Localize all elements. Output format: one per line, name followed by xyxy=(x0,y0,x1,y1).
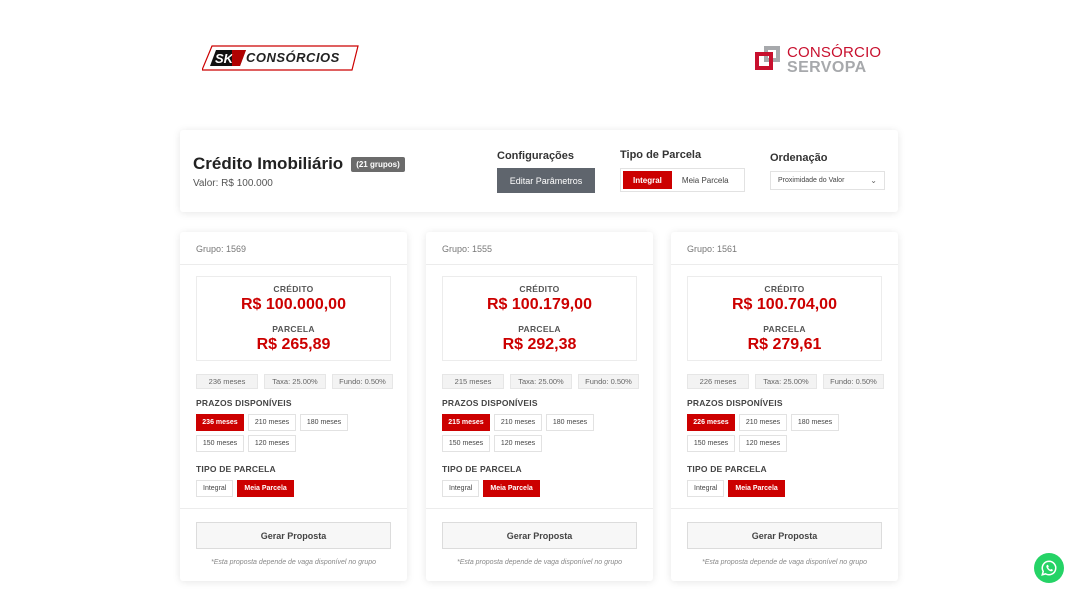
tipo-meia-parcela-option[interactable]: Meia Parcela xyxy=(728,480,785,497)
fundo-chip: Fundo: 0.50% xyxy=(578,374,639,389)
tipo-parcela-label: TIPO DE PARCELA xyxy=(442,464,522,474)
tipo-parcela-label: TIPO DE PARCELA xyxy=(196,464,276,474)
prazo-option[interactable]: 210 meses xyxy=(248,414,296,431)
prazo-option[interactable]: 120 meses xyxy=(739,435,787,452)
tipo-integral-option[interactable]: Integral xyxy=(687,480,725,497)
whatsapp-button[interactable] xyxy=(1034,553,1064,583)
credit-summary-box: CRÉDITO R$ 100.179,00 PARCELA R$ 292,38 xyxy=(442,276,637,361)
groups-count-badge: (21 grupos) xyxy=(351,156,405,172)
credito-label: CRÉDITO xyxy=(519,284,560,294)
fundo-chip: Fundo: 0.50% xyxy=(823,374,884,389)
edit-parameters-button[interactable]: Editar Parâmetros xyxy=(497,168,595,193)
servopa-logo[interactable]: CONSÓRCIO SERVOPA xyxy=(755,44,881,76)
taxa-chip: Taxa: 25.00% xyxy=(264,374,326,389)
tipo-meia-parcela-option[interactable]: Meia Parcela xyxy=(483,480,540,497)
prazo-option[interactable]: 150 meses xyxy=(687,435,735,452)
group-card: Grupo: 1569 CRÉDITO R$ 100.000,00 PARCEL… xyxy=(180,232,407,581)
term-chip: 215 meses xyxy=(442,374,504,389)
credit-value-text: Valor: R$ 100.000 xyxy=(193,178,273,189)
ordenacao-label: Ordenação xyxy=(770,152,828,164)
term-chip: 236 meses xyxy=(196,374,258,389)
parcela-value: R$ 292,38 xyxy=(502,336,577,353)
tipo-meia-parcela-option[interactable]: Meia Parcela xyxy=(237,480,294,497)
prazo-option[interactable]: 215 meses xyxy=(442,414,490,431)
prazo-option[interactable]: 226 meses xyxy=(687,414,735,431)
group-number: Grupo: 1569 xyxy=(196,244,247,254)
credit-summary-box: CRÉDITO R$ 100.704,00 PARCELA R$ 279,61 xyxy=(687,276,882,361)
taxa-chip: Taxa: 25.00% xyxy=(510,374,572,389)
chevron-down-icon: ⌄ xyxy=(870,176,877,185)
credito-value: R$ 100.000,00 xyxy=(241,296,346,313)
generate-proposal-button[interactable]: Gerar Proposta xyxy=(687,522,882,549)
tipo-parcela-label: TIPO DE PARCELA xyxy=(687,464,767,474)
fundo-chip: Fundo: 0.50% xyxy=(332,374,393,389)
prazo-option[interactable]: 150 meses xyxy=(196,435,244,452)
credit-summary-box: CRÉDITO R$ 100.000,00 PARCELA R$ 265,89 xyxy=(196,276,391,361)
prazo-option[interactable]: 180 meses xyxy=(300,414,348,431)
credito-value: R$ 100.704,00 xyxy=(732,296,837,313)
ordenacao-selected-value: Proximidade do Valor xyxy=(778,177,845,184)
availability-note: *Esta proposta depende de vaga disponíve… xyxy=(701,559,867,566)
tipo-integral-option[interactable]: Integral xyxy=(442,480,480,497)
whatsapp-icon xyxy=(1041,560,1057,576)
svg-text:SK: SK xyxy=(215,51,235,66)
tipo-integral-option[interactable]: Integral xyxy=(196,480,234,497)
tipo-integral-option[interactable]: Integral xyxy=(623,171,672,189)
taxa-chip: Taxa: 25.00% xyxy=(755,374,817,389)
page-title: Crédito Imobiliário xyxy=(193,154,344,173)
availability-note: *Esta proposta depende de vaga disponíve… xyxy=(456,559,622,566)
prazo-option[interactable]: 150 meses xyxy=(442,435,490,452)
parcela-label: PARCELA xyxy=(518,324,561,334)
sk-logo[interactable]: SK CONSÓRCIOS xyxy=(202,44,362,72)
sk-logo-text: CONSÓRCIOS xyxy=(246,50,340,65)
parcela-label: PARCELA xyxy=(272,324,315,334)
search-summary-panel: Crédito Imobiliário (21 grupos) Valor: R… xyxy=(180,130,898,212)
tipo-parcela-toggle: Integral Meia Parcela xyxy=(620,168,745,192)
prazo-option[interactable]: 210 meses xyxy=(494,414,542,431)
group-number: Grupo: 1555 xyxy=(442,244,493,254)
parcela-value: R$ 279,61 xyxy=(747,336,822,353)
servopa-logo-icon xyxy=(755,46,783,74)
prazo-option[interactable]: 120 meses xyxy=(494,435,542,452)
group-number: Grupo: 1561 xyxy=(687,244,738,254)
prazos-label: PRAZOS DISPONÍVEIS xyxy=(687,398,783,408)
credito-label: CRÉDITO xyxy=(764,284,805,294)
servopa-logo-line2: SERVOPA xyxy=(787,59,867,76)
generate-proposal-button[interactable]: Gerar Proposta xyxy=(196,522,391,549)
availability-note: *Esta proposta depende de vaga disponíve… xyxy=(210,559,376,566)
group-card: Grupo: 1555 CRÉDITO R$ 100.179,00 PARCEL… xyxy=(426,232,653,581)
config-label: Configurações xyxy=(497,150,575,162)
prazo-option[interactable]: 180 meses xyxy=(791,414,839,431)
prazos-label: PRAZOS DISPONÍVEIS xyxy=(442,398,538,408)
tipo-meia-parcela-option[interactable]: Meia Parcela xyxy=(672,171,739,189)
ordenacao-select[interactable]: Proximidade do Valor ⌄ xyxy=(770,171,885,190)
group-card: Grupo: 1561 CRÉDITO R$ 100.704,00 PARCEL… xyxy=(671,232,898,581)
prazo-option[interactable]: 210 meses xyxy=(739,414,787,431)
prazo-option[interactable]: 120 meses xyxy=(248,435,296,452)
parcela-value: R$ 265,89 xyxy=(256,336,331,353)
servopa-logo-line1: CONSÓRCIO xyxy=(787,44,882,61)
term-chip: 226 meses xyxy=(687,374,749,389)
credito-value: R$ 100.179,00 xyxy=(487,296,592,313)
credito-label: CRÉDITO xyxy=(273,284,314,294)
prazos-label: PRAZOS DISPONÍVEIS xyxy=(196,398,292,408)
parcela-label: PARCELA xyxy=(763,324,806,334)
generate-proposal-button[interactable]: Gerar Proposta xyxy=(442,522,637,549)
prazo-option[interactable]: 236 meses xyxy=(196,414,244,431)
prazo-option[interactable]: 180 meses xyxy=(546,414,594,431)
tipo-parcela-label: Tipo de Parcela xyxy=(620,149,702,161)
